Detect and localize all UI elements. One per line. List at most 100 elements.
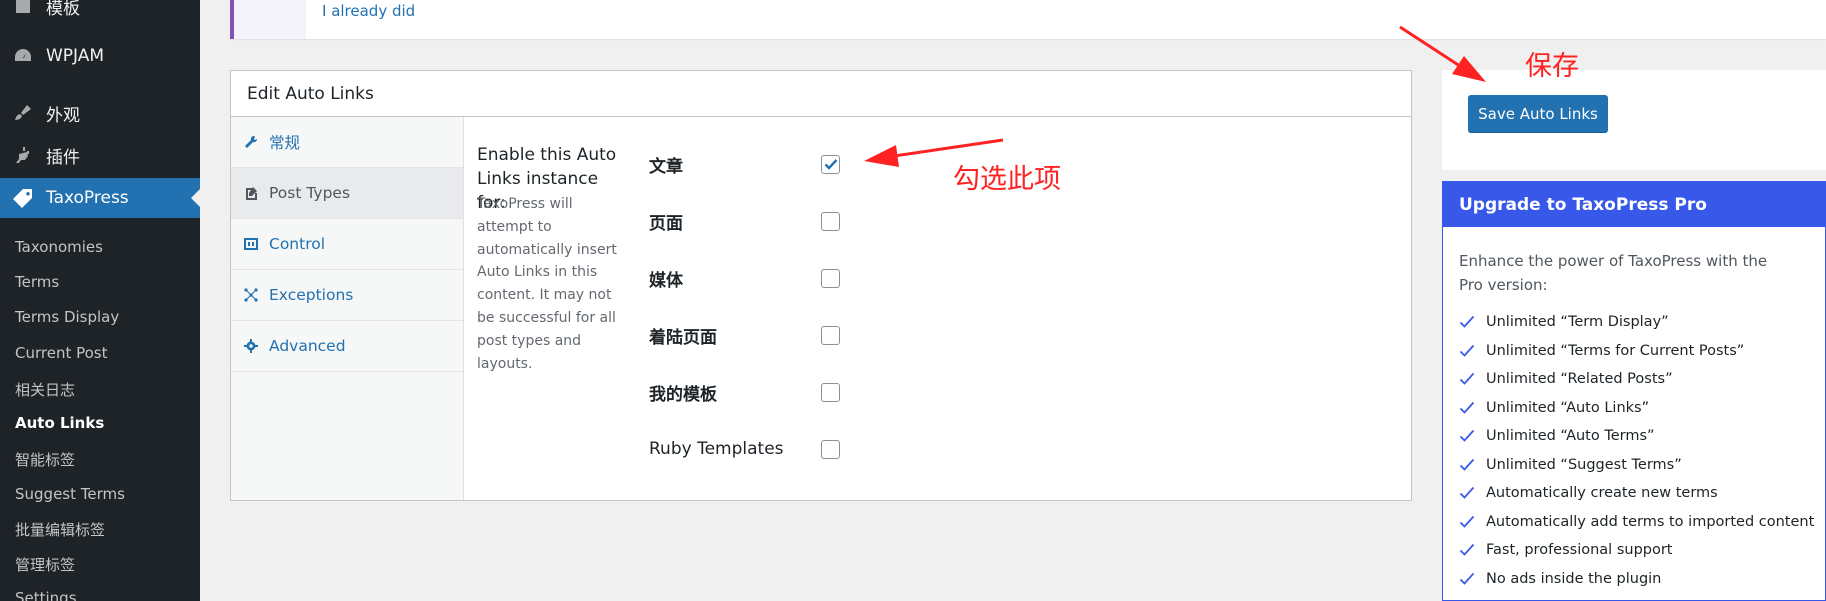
tab-label: Advanced (269, 337, 346, 355)
feature-label: Unlimited “Terms for Current Posts” (1486, 342, 1745, 359)
pro-title: Upgrade to TaxoPress Pro (1443, 182, 1825, 227)
tab-control[interactable]: Control (231, 219, 463, 270)
already-did-link[interactable]: I already did (322, 2, 415, 20)
check-annotation-text: 勾选此项 (953, 164, 1061, 195)
check-icon (1459, 486, 1476, 500)
list-item: Unlimited “Suggest Terms” (1459, 451, 1814, 480)
checkmark-icon (824, 159, 837, 170)
check-icon (1459, 515, 1476, 529)
list-item: Automatically add terms to imported cont… (1459, 508, 1814, 537)
tab-label: Post Types (269, 184, 351, 202)
check-icon (1459, 372, 1476, 386)
ruby-templates-checkbox[interactable] (821, 439, 840, 459)
layout-icon (12, 0, 34, 15)
menu-item-label: TaxoPress (46, 188, 129, 208)
menu-item-label: WPJAM (46, 46, 105, 66)
submenu-mass-edit[interactable]: 批量编辑标签 (15, 519, 105, 540)
option-label: 我的模板 (649, 384, 717, 405)
tab-label: Control (269, 235, 326, 253)
menu-item-plugins[interactable]: 插件 (0, 135, 200, 175)
tab-general[interactable]: 常规 (231, 117, 463, 168)
tab-post-types[interactable]: Post Types (231, 168, 463, 219)
panel-title: Edit Auto Links (231, 71, 1411, 117)
check-icon (1459, 572, 1476, 586)
submenu-related-posts[interactable]: 相关日志 (15, 379, 75, 400)
feature-label: Automatically create new terms (1486, 485, 1718, 502)
menu-item-label: 外观 (46, 105, 80, 126)
page-checkbox[interactable] (821, 211, 840, 231)
gear-icon (244, 339, 258, 353)
save-annotation-text: 保存 (1525, 51, 1579, 82)
option-row-my-templates: 我的模板 (649, 379, 840, 405)
save-auto-links-button[interactable]: Save Auto Links (1468, 95, 1608, 132)
media-checkbox[interactable] (821, 268, 840, 288)
submenu-auto-terms[interactable]: 智能标签 (15, 449, 75, 470)
control-icon (244, 237, 258, 251)
settings-tabs: 常规 Post Types Control Exceptions Advance… (231, 117, 464, 500)
brush-icon (12, 103, 34, 123)
check-icon (1459, 429, 1476, 443)
edit-auto-links-panel: Edit Auto Links 常规 Post Types Control Ex… (230, 70, 1412, 501)
menu-item-wpjam[interactable]: WPJAM (0, 36, 200, 76)
network-icon (244, 288, 258, 302)
admin-sidebar: 模板 WPJAM 外观 插件 TaxoPress Taxonomies Term… (0, 0, 200, 601)
option-row-ruby-templates: Ruby Templates (649, 436, 840, 462)
tab-label: 常规 (269, 134, 301, 152)
tab-exceptions[interactable]: Exceptions (231, 270, 463, 321)
field-description: TaxoPress will attempt to automatically … (477, 196, 617, 372)
list-item: Fast, professional support (1459, 536, 1814, 565)
menu-item-templates[interactable]: 模板 (0, 0, 200, 26)
feature-label: Unlimited “Term Display” (1486, 314, 1669, 331)
tab-advanced[interactable]: Advanced (231, 321, 463, 372)
feature-label: Unlimited “Related Posts” (1486, 371, 1673, 388)
menu-item-label: 插件 (46, 147, 80, 168)
option-label: 着陆页面 (649, 327, 717, 348)
admin-post-icon (244, 186, 258, 200)
feature-label: No ads inside the plugin (1486, 570, 1662, 587)
wrench-icon (244, 135, 258, 149)
check-icon (1459, 344, 1476, 358)
feature-label: Unlimited “Suggest Terms” (1486, 456, 1682, 473)
check-icon (1459, 315, 1476, 329)
list-item: Unlimited “Term Display” (1459, 308, 1814, 337)
tag-icon (12, 188, 34, 208)
option-label: 页面 (649, 213, 683, 234)
option-label: 文章 (649, 156, 683, 177)
notice-icon-area (234, 0, 306, 39)
option-row-post: 文章 (649, 151, 840, 177)
list-item: Unlimited “Terms for Current Posts” (1459, 337, 1814, 366)
dashboard-icon (12, 47, 34, 65)
post-checkbox[interactable] (821, 154, 840, 174)
menu-item-appearance[interactable]: 外观 (0, 93, 200, 133)
pro-intro: Enhance the power of TaxoPress with the … (1459, 252, 1768, 294)
list-item: Unlimited “Related Posts” (1459, 365, 1814, 394)
submenu-taxonomies[interactable]: Taxonomies (15, 238, 103, 256)
list-item: Unlimited “Auto Links” (1459, 394, 1814, 423)
my-templates-checkbox[interactable] (821, 382, 840, 402)
submenu-current-post[interactable]: Current Post (15, 344, 108, 362)
option-label: Ruby Templates (649, 439, 784, 459)
pro-feature-list: Unlimited “Term Display” Unlimited “Term… (1459, 308, 1814, 593)
menu-item-taxopress[interactable]: TaxoPress (0, 178, 200, 218)
option-label: 媒体 (649, 270, 683, 291)
check-icon (1459, 543, 1476, 557)
submenu-auto-links[interactable]: Auto Links (15, 414, 104, 432)
plugin-icon (12, 145, 34, 165)
menu-item-label: 模板 (46, 0, 80, 19)
submenu-manage-terms[interactable]: 管理标签 (15, 554, 75, 575)
feature-label: Unlimited “Auto Terms” (1486, 428, 1655, 445)
feature-label: Automatically add terms to imported cont… (1486, 513, 1815, 530)
submenu-terms-display[interactable]: Terms Display (15, 308, 119, 326)
option-row-page: 页面 (649, 208, 840, 234)
tab-label: Exceptions (269, 286, 354, 304)
feature-label: Fast, professional support (1486, 542, 1673, 559)
submenu-settings[interactable]: Settings (15, 589, 77, 601)
submenu-terms[interactable]: Terms (15, 273, 59, 291)
check-icon (1459, 458, 1476, 472)
list-item: Automatically create new terms (1459, 479, 1814, 508)
feature-label: Unlimited “Auto Links” (1486, 399, 1650, 416)
landing-page-checkbox[interactable] (821, 325, 840, 345)
submenu-suggest-terms[interactable]: Suggest Terms (15, 485, 125, 503)
review-notice: I already did (230, 0, 1826, 39)
option-row-media: 媒体 (649, 265, 840, 291)
